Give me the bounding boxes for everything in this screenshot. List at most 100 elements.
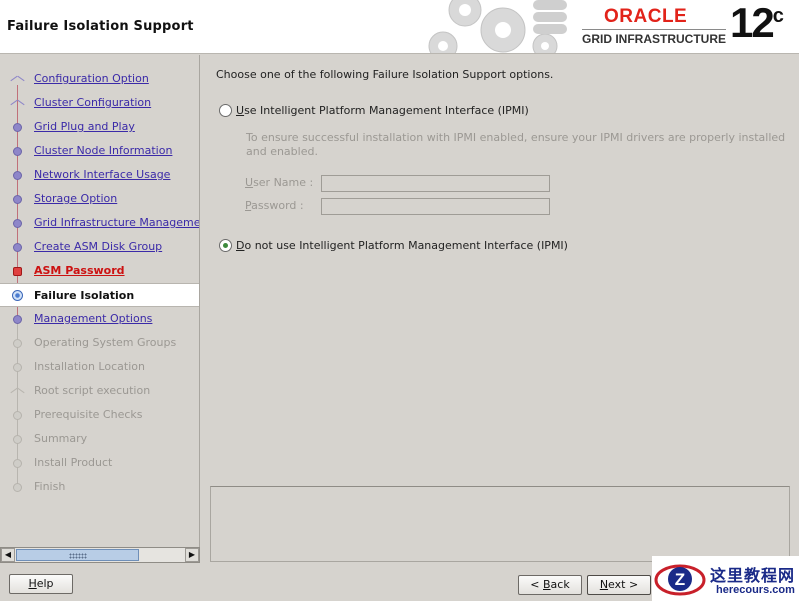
nav-step-finish: Finish <box>0 475 199 499</box>
intro-text: Choose one of the following Failure Isol… <box>216 68 554 81</box>
mnemonic: N <box>599 578 609 591</box>
label-text: assword : <box>251 199 304 212</box>
mnemonic: H <box>28 577 37 590</box>
nav-step-label: Cluster Node Information <box>34 144 173 157</box>
nav-step-create-asm-disk-group[interactable]: Create ASM Disk Group <box>0 235 199 259</box>
nav-step-grid-infrastructure-management[interactable]: Grid Infrastructure Management <box>0 211 200 235</box>
nav-step-operating-system-groups: Operating System Groups <box>0 331 199 355</box>
nav-step-label: Prerequisite Checks <box>34 408 143 421</box>
help-button[interactable]: Help <box>9 574 73 594</box>
step-pending-icon <box>13 411 22 420</box>
mnemonic: U <box>245 176 254 189</box>
no-ipmi-radio[interactable] <box>219 239 232 252</box>
nav-step-storage-option[interactable]: Storage Option <box>0 187 199 211</box>
ipmi-radio[interactable] <box>219 104 232 117</box>
ipmi-option-label: Use Intelligent Platform Management Inte… <box>236 104 529 117</box>
scrollbar-thumb[interactable] <box>16 549 139 561</box>
grip-icon <box>69 553 87 559</box>
logo-divider <box>582 29 726 30</box>
current-step-icon <box>12 290 23 301</box>
nav-step-label: Finish <box>34 480 66 493</box>
nav-step-cluster-configuration[interactable]: Cluster Configuration <box>0 91 199 115</box>
nav-step-label: Grid Infrastructure Management <box>34 216 200 229</box>
nav-step-cluster-node-information[interactable]: Cluster Node Information <box>0 139 199 163</box>
version-number: 12 <box>730 0 775 46</box>
watermark-logo-icon: Z <box>654 564 706 596</box>
step-done-icon <box>13 243 22 252</box>
no-ipmi-option[interactable]: Do not use Intelligent Platform Manageme… <box>219 239 568 252</box>
label-text: elp <box>36 577 54 590</box>
page-title: Failure Isolation Support <box>7 19 194 34</box>
scroll-right-arrow-icon[interactable]: ▶ <box>185 548 199 562</box>
content-panel: Choose one of the following Failure Isol… <box>201 55 799 562</box>
label-text: ack <box>550 578 570 591</box>
nav-step-label: Root script execution <box>34 384 151 397</box>
ipmi-description: To ensure successful installation with I… <box>246 131 786 158</box>
step-pending-icon <box>13 339 22 348</box>
nav-step-label: ASM Password <box>34 264 125 277</box>
nav-step-configuration-option[interactable]: Configuration Option <box>0 67 199 91</box>
ipmi-option[interactable]: Use Intelligent Platform Management Inte… <box>219 104 529 117</box>
step-pending-icon <box>13 483 22 492</box>
nav-step-label: Create ASM Disk Group <box>34 240 163 253</box>
watermark-cn-text: 这里教程网 <box>710 566 796 585</box>
step-branch-icon <box>13 99 22 108</box>
nav-step-label: Cluster Configuration <box>34 96 152 109</box>
back-button[interactable]: < Back <box>518 575 582 595</box>
label-text: ser Name : <box>253 176 314 189</box>
label-text: se Intelligent Platform Management Inter… <box>244 104 529 117</box>
label-text: o not use Intelligent Platform Managemen… <box>244 239 568 252</box>
step-done-icon <box>13 123 22 132</box>
nav-step-prerequisite-checks: Prerequisite Checks <box>0 403 199 427</box>
step-branch-icon <box>13 75 22 84</box>
nav-step-installation-location: Installation Location <box>0 355 199 379</box>
nav-step-label: Installation Location <box>34 360 145 373</box>
site-watermark: Z 这里教程网 herecours.com <box>652 556 799 601</box>
nav-step-label: Storage Option <box>34 192 118 205</box>
nav-step-label: Configuration Option <box>34 72 149 85</box>
username-field <box>321 175 550 192</box>
mnemonic: U <box>236 104 245 117</box>
no-ipmi-option-label: Do not use Intelligent Platform Manageme… <box>236 239 568 252</box>
nav-step-asm-password[interactable]: ASM Password <box>0 259 199 283</box>
nav-step-label: Network Interface Usage <box>34 168 171 181</box>
step-branch-icon <box>13 387 22 396</box>
oracle-brand: ORACLE <box>604 6 688 27</box>
scroll-left-arrow-icon[interactable]: ◀ <box>1 548 15 562</box>
watermark-en-text: herecours.com <box>716 584 795 596</box>
version-badge: 12c <box>730 2 784 44</box>
password-field <box>321 198 550 215</box>
nav-step-management-options[interactable]: Management Options <box>0 307 199 331</box>
step-navigation: Configuration Option Cluster Configurati… <box>0 55 200 547</box>
nav-step-label: Install Product <box>34 456 113 469</box>
error-icon <box>13 267 22 276</box>
label-prefix: < <box>530 578 543 591</box>
nav-step-root-script-execution: Root script execution <box>0 379 199 403</box>
nav-step-label: Management Options <box>34 312 153 325</box>
step-pending-icon <box>13 435 22 444</box>
step-done-icon <box>13 315 22 324</box>
username-label: User Name : <box>245 176 313 189</box>
mnemonic: B <box>543 578 551 591</box>
version-suffix: c <box>772 5 784 27</box>
gears-graphic-icon <box>428 0 567 53</box>
nav-step-grid-plug-and-play[interactable]: Grid Plug and Play <box>0 115 199 139</box>
next-button[interactable]: Next > <box>587 575 651 595</box>
password-label: Password : <box>245 199 304 212</box>
step-pending-icon <box>13 459 22 468</box>
nav-step-install-product: Install Product <box>0 451 199 475</box>
nav-horizontal-scrollbar[interactable]: ◀ ▶ <box>0 547 200 563</box>
svg-text:Z: Z <box>675 570 685 589</box>
step-done-icon <box>13 171 22 180</box>
nav-step-summary: Summary <box>0 427 199 451</box>
product-name: GRID INFRASTRUCTURE <box>582 32 726 46</box>
nav-step-network-interface-usage[interactable]: Network Interface Usage <box>0 163 199 187</box>
step-pending-icon <box>13 363 22 372</box>
step-done-icon <box>13 147 22 156</box>
step-done-icon <box>13 219 22 228</box>
step-done-icon <box>13 195 22 204</box>
header-banner: Failure Isolation Support ORACLE GRID IN… <box>0 0 799 54</box>
nav-step-label: Operating System Groups <box>34 336 177 349</box>
nav-step-failure-isolation[interactable]: Failure Isolation <box>0 283 199 307</box>
nav-step-label: Grid Plug and Play <box>34 120 135 133</box>
